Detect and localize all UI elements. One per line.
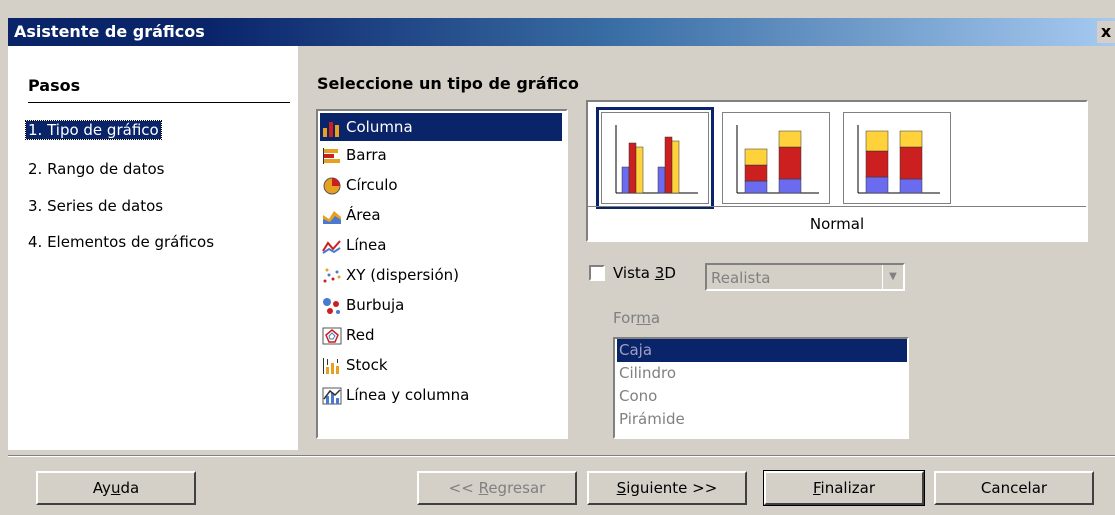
chart-type-line[interactable]: Línea — [320, 231, 562, 259]
shape-list[interactable]: Caja Cilindro Cono Pirámide — [613, 337, 909, 439]
chart-type-column[interactable]: Columna — [320, 113, 562, 141]
chart-type-pie[interactable]: Círculo — [320, 171, 562, 199]
steps-title: Pasos — [28, 76, 81, 95]
chart-type-label: Círculo — [346, 176, 398, 194]
column-chart-icon — [323, 122, 339, 137]
main-title: Seleccione un tipo de gráfico — [317, 74, 579, 93]
normal-variant-icon — [615, 125, 698, 194]
bubble-chart-icon — [323, 298, 340, 314]
title-bar[interactable]: Asistente de gráficos x — [8, 18, 1115, 46]
pie-chart-icon — [323, 177, 341, 195]
step-chart-type[interactable]: 1. Tipo de gráfico — [25, 120, 162, 140]
shape-label-pre: For — [613, 309, 637, 327]
chart-type-label: XY (dispersión) — [346, 266, 459, 284]
chart-variant-panel: Normal — [586, 100, 1088, 242]
shape-label: Forma — [613, 309, 660, 327]
scheme-dropdown-value: Realista — [711, 269, 771, 287]
vista-3d-label-post: D — [664, 264, 676, 282]
chart-type-net[interactable]: Red — [320, 321, 562, 349]
finish-label-post: inalizar — [820, 479, 875, 497]
chart-type-label: Área — [346, 206, 381, 224]
chart-wizard-dialog: Asistente de gráficos x Pasos 1. Tipo de… — [0, 0, 1115, 515]
back-label-post: egresar — [488, 479, 546, 497]
variant-stacked[interactable] — [722, 112, 830, 204]
shape-label-post: a — [650, 309, 661, 327]
shape-option[interactable]: Pirámide — [617, 408, 907, 431]
chart-type-label: Barra — [346, 146, 387, 164]
steps-panel: Pasos 1. Tipo de gráfico 2. Rango de dat… — [8, 46, 298, 450]
chart-type-label: Red — [346, 326, 375, 344]
chevron-down-icon[interactable]: ▼ — [882, 265, 903, 289]
scheme-dropdown[interactable]: Realista ▼ — [705, 263, 905, 291]
next-button[interactable]: Siguiente >> — [587, 471, 747, 505]
line-chart-icon — [322, 240, 341, 254]
close-icon[interactable]: x — [1097, 21, 1115, 43]
line-column-chart-icon — [322, 387, 342, 405]
back-label-pre: << — [448, 479, 479, 497]
button-separator — [8, 455, 1115, 457]
chart-type-label: Stock — [346, 356, 388, 374]
vista-3d-checkbox[interactable] — [589, 265, 605, 281]
net-chart-icon — [322, 327, 342, 345]
variant-caption: Normal — [588, 206, 1086, 241]
chart-type-area[interactable]: Área — [320, 201, 562, 229]
back-label-key: R — [478, 479, 489, 497]
area-chart-icon — [323, 211, 341, 224]
scatter-chart-icon — [323, 268, 341, 283]
vista-3d-label[interactable]: Vista 3D — [613, 264, 676, 282]
next-label-key: S — [616, 479, 627, 497]
chart-type-scatter[interactable]: XY (dispersión) — [320, 261, 562, 289]
step-chart-elements[interactable]: 4. Elementos de gráficos — [28, 233, 214, 251]
shape-option[interactable]: Cono — [617, 385, 907, 408]
chart-type-line-column[interactable]: Línea y columna — [320, 381, 562, 409]
bar-chart-icon — [323, 148, 340, 164]
chart-type-bubble[interactable]: Burbuja — [320, 291, 562, 319]
help-label-post: da — [120, 479, 140, 497]
help-button[interactable]: Ayuda — [36, 471, 196, 505]
help-label-pre: Ay — [92, 479, 111, 497]
shape-option[interactable]: Caja — [617, 339, 907, 362]
chart-type-label: Línea y columna — [346, 386, 470, 404]
stacked-variant-icon — [736, 125, 819, 194]
dialog-title: Asistente de gráficos — [14, 22, 205, 41]
stock-chart-icon — [323, 358, 339, 374]
shape-option[interactable]: Cilindro — [617, 362, 907, 385]
shape-label-key: m — [636, 309, 651, 327]
chart-type-label: Columna — [346, 118, 413, 136]
percent-stacked-variant-icon — [857, 125, 940, 194]
back-button[interactable]: << Regresar — [417, 471, 577, 505]
finish-label-key: F — [813, 479, 821, 497]
variant-percent-stacked[interactable] — [843, 112, 951, 204]
cancel-label: Cancelar — [980, 479, 1048, 497]
steps-divider — [28, 102, 290, 103]
chart-type-label: Burbuja — [346, 296, 405, 314]
vista-3d-label-pre: Vista — [613, 264, 655, 282]
chart-type-label: Línea — [346, 236, 387, 254]
finish-button[interactable]: Finalizar — [763, 470, 925, 506]
cancel-button[interactable]: Cancelar — [934, 471, 1094, 505]
step-data-series[interactable]: 3. Series de datos — [28, 197, 163, 215]
step-data-range[interactable]: 2. Rango de datos — [28, 160, 164, 178]
chart-type-stock[interactable]: Stock — [320, 351, 562, 379]
next-label-post: iguiente >> — [626, 479, 718, 497]
chart-type-bar[interactable]: Barra — [320, 141, 562, 169]
variant-normal[interactable] — [596, 107, 714, 209]
vista-3d-label-key: 3 — [654, 264, 665, 282]
chart-type-list[interactable]: Columna Barra Círculo Área Línea XY (dis… — [316, 109, 568, 439]
